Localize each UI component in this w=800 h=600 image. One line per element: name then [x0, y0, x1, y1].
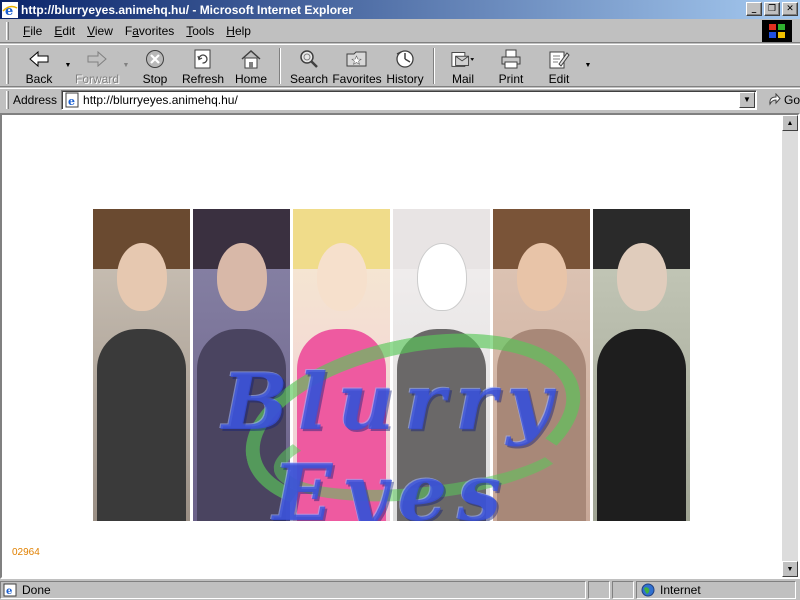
menu-tools[interactable]: Tools [180, 24, 220, 38]
go-label: Go [783, 92, 800, 107]
title-bar[interactable]: e http://blurryeyes.animehq.hu/ - Micros… [0, 0, 800, 19]
toolbar-separator [279, 47, 281, 84]
refresh-label: Refresh [181, 71, 225, 86]
history-icon [393, 48, 417, 70]
back-button[interactable]: Back [15, 46, 63, 86]
address-dropdown-arrow[interactable]: ▼ [738, 91, 755, 108]
menu-help[interactable]: Help [220, 24, 257, 38]
history-button[interactable]: History [381, 46, 429, 86]
portrait-face [217, 243, 267, 311]
print-button[interactable]: Print [487, 46, 535, 86]
address-bar-grip[interactable] [6, 90, 9, 109]
address-bar: Address e ▼ Go [0, 88, 800, 110]
minimize-button[interactable]: _ [746, 2, 762, 16]
address-label: Address [13, 92, 58, 107]
refresh-icon [191, 48, 215, 70]
edit-pencil-icon [547, 48, 571, 70]
portrait-face [417, 243, 467, 311]
svg-text:e: e [68, 95, 75, 108]
portrait-face [517, 243, 567, 311]
browser-viewport: Blurry Eyes 02964 ▲ ▼ [0, 113, 800, 579]
internet-globe-icon [641, 583, 655, 597]
scroll-down-button[interactable]: ▼ [782, 561, 798, 577]
window-title: http://blurryeyes.animehq.hu/ - Microsof… [21, 2, 354, 17]
zone-label: Internet [660, 583, 701, 597]
hit-counter: 02964 [12, 547, 40, 558]
status-pane-progress [588, 581, 610, 599]
favorites-folder-icon [345, 48, 369, 70]
menu-edit[interactable]: Edit [48, 24, 81, 38]
forward-dropdown-arrow[interactable]: ▼ [121, 46, 131, 86]
window-controls: _ ❐ ✕ [744, 2, 798, 16]
status-pane-secure [612, 581, 634, 599]
page-icon: e [64, 92, 80, 108]
close-button[interactable]: ✕ [782, 2, 798, 16]
page-done-icon: e [3, 583, 17, 597]
mail-button[interactable]: Mail [439, 46, 487, 86]
history-label: History [386, 71, 424, 86]
favorites-button[interactable]: Favorites [332, 46, 382, 86]
back-arrow-icon [27, 48, 51, 70]
mail-icon [451, 48, 475, 70]
menu-favorites[interactable]: Favorites [119, 24, 180, 38]
toolbar-separator [433, 47, 435, 84]
printer-icon [499, 48, 523, 70]
banner-logo-text: Blurry Eyes [222, 357, 562, 521]
ie-icon[interactable]: e [2, 1, 18, 19]
back-label: Back [25, 71, 53, 86]
address-field[interactable]: e ▼ [61, 89, 757, 110]
scroll-up-button[interactable]: ▲ [782, 115, 798, 131]
menu-bar-grip[interactable] [6, 21, 9, 40]
edit-label: Edit [548, 71, 570, 86]
refresh-button[interactable]: Refresh [179, 46, 227, 86]
toolbar-grip[interactable] [6, 47, 9, 84]
search-icon [297, 48, 321, 70]
back-dropdown-arrow[interactable]: ▼ [63, 46, 73, 86]
home-button[interactable]: Home [227, 46, 275, 86]
windows-logo-icon [762, 20, 792, 42]
vertical-scrollbar[interactable]: ▲ ▼ [782, 115, 798, 577]
favorites-label: Favorites [332, 71, 382, 86]
stop-button[interactable]: Stop [131, 46, 179, 86]
status-zone-pane: Internet [636, 581, 796, 599]
print-label: Print [498, 71, 524, 86]
portrait-face [317, 243, 367, 311]
stop-icon [143, 48, 167, 70]
web-page: Blurry Eyes 02964 [2, 115, 780, 577]
search-label: Search [289, 71, 329, 86]
standard-toolbar: Back ▼ Forward ▼ Stop Refresh Home Searc… [0, 44, 800, 87]
svg-text:e: e [6, 586, 12, 597]
stop-label: Stop [142, 71, 168, 86]
portrait-face [617, 243, 667, 311]
maximize-button[interactable]: ❐ [764, 2, 780, 16]
menu-view[interactable]: View [81, 24, 119, 38]
site-banner-image[interactable]: Blurry Eyes [93, 209, 691, 521]
menu-file[interactable]: File [17, 24, 48, 38]
status-main-pane: e Done [0, 581, 586, 599]
home-icon [239, 48, 263, 70]
mail-label: Mail [451, 71, 474, 86]
url-input[interactable] [83, 91, 734, 108]
forward-button[interactable]: Forward [73, 46, 121, 86]
edit-dropdown-arrow[interactable]: ▼ [583, 46, 593, 86]
status-text: Done [22, 583, 51, 597]
go-arrow-icon [767, 92, 781, 107]
search-button[interactable]: Search [285, 46, 333, 86]
home-label: Home [234, 71, 267, 86]
portrait-face [117, 243, 167, 311]
edit-button[interactable]: Edit [535, 46, 583, 86]
go-button[interactable]: Go [767, 92, 800, 107]
menu-bar: File Edit View Favorites Tools Help [0, 19, 800, 43]
forward-arrow-icon [85, 48, 109, 70]
status-bar: e Done Internet [0, 580, 800, 600]
forward-label: Forward [74, 71, 119, 86]
